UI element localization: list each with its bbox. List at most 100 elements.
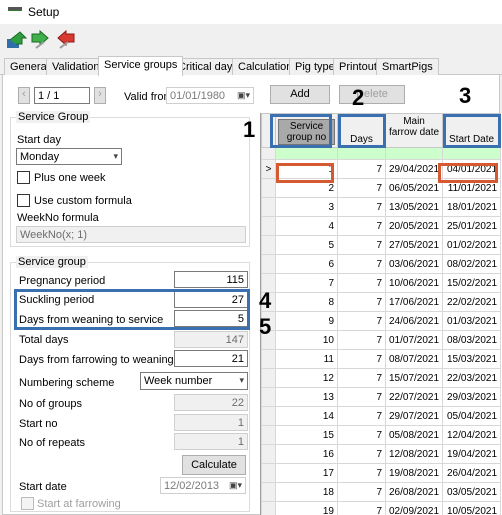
custom-formula-checkbox[interactable] — [17, 194, 30, 207]
table-row[interactable]: 11 7 08/07/2021 15/03/2021 — [261, 349, 502, 369]
no-of-repeats-field[interactable]: 1 — [174, 433, 248, 450]
cell-days[interactable]: 7 — [337, 387, 386, 407]
cell-main-farrow-date[interactable]: 27/05/2021 — [384, 235, 444, 255]
delete-button[interactable]: Delete — [339, 85, 405, 104]
cell-main-farrow-date[interactable]: 10/06/2021 — [384, 273, 444, 293]
cell-days[interactable]: 7 — [337, 444, 386, 464]
row-selector[interactable] — [261, 197, 276, 217]
cell-service-group-no[interactable]: 3 — [275, 197, 338, 217]
row-selector[interactable] — [261, 482, 276, 502]
cell-days[interactable]: 7 — [337, 368, 386, 388]
table-row[interactable]: 6 7 03/06/2021 08/02/2021 — [261, 254, 502, 274]
cell-days[interactable]: 7 — [337, 235, 386, 255]
next-record-button[interactable]: › — [94, 87, 106, 104]
filter-row[interactable] — [261, 147, 502, 160]
table-row[interactable]: 10 7 01/07/2021 08/03/2021 — [261, 330, 502, 350]
cell-service-group-no[interactable]: 7 — [275, 273, 338, 293]
cell-start-date[interactable]: 10/05/2021 — [442, 501, 502, 515]
row-selector[interactable] — [261, 349, 276, 369]
cell-main-farrow-date[interactable]: 05/08/2021 — [384, 425, 444, 445]
cell-start-date[interactable]: 22/02/2021 — [442, 292, 502, 312]
start-no-field[interactable]: 1 — [174, 414, 248, 431]
save-icon[interactable] — [6, 30, 28, 50]
prev-record-button[interactable]: ‹ — [18, 87, 30, 104]
add-button[interactable]: Add — [270, 85, 330, 104]
row-selector[interactable] — [261, 406, 276, 426]
col-header-main-farrow-date[interactable]: Main farrow date — [384, 113, 444, 148]
start-at-farrowing-checkbox[interactable] — [21, 497, 34, 510]
row-selector[interactable] — [261, 235, 276, 255]
cell-days[interactable]: 7 — [337, 159, 386, 179]
cell-start-date[interactable]: 05/04/2021 — [442, 406, 502, 426]
cell-service-group-no[interactable]: 18 — [275, 482, 338, 502]
cell-days[interactable]: 7 — [337, 482, 386, 502]
table-row[interactable]: 8 7 17/06/2021 22/02/2021 — [261, 292, 502, 312]
cell-days[interactable]: 7 — [337, 463, 386, 483]
cell-start-date[interactable]: 08/03/2021 — [442, 330, 502, 350]
numbering-scheme-select[interactable]: Week number ▾ — [140, 372, 248, 390]
cell-days[interactable]: 7 — [337, 406, 386, 426]
cell-service-group-no[interactable]: 12 — [275, 368, 338, 388]
cell-start-date[interactable]: 22/03/2021 — [442, 368, 502, 388]
cell-main-farrow-date[interactable]: 29/07/2021 — [384, 406, 444, 426]
cell-main-farrow-date[interactable]: 03/06/2021 — [384, 254, 444, 274]
row-selector[interactable] — [261, 444, 276, 464]
cell-days[interactable]: 7 — [337, 292, 386, 312]
cell-service-group-no[interactable]: 11 — [275, 349, 338, 369]
cancel-icon[interactable] — [54, 30, 76, 50]
forward-icon[interactable] — [30, 30, 52, 50]
valid-from-date[interactable]: 01/01/1980 ▣▾ — [166, 87, 254, 104]
cell-start-date[interactable]: 25/01/2021 — [442, 216, 502, 236]
cell-service-group-no[interactable]: 6 — [275, 254, 338, 274]
table-row[interactable]: 5 7 27/05/2021 01/02/2021 — [261, 235, 502, 255]
farrowing-to-weaning-field[interactable]: 21 — [174, 350, 248, 367]
cell-main-farrow-date[interactable]: 24/06/2021 — [384, 311, 444, 331]
start-date-picker[interactable]: 12/02/2013 ▣▾ — [160, 477, 246, 494]
start-day-select[interactable]: Monday ▾ — [16, 148, 122, 165]
cell-start-date[interactable]: 01/02/2021 — [442, 235, 502, 255]
table-row[interactable]: 14 7 29/07/2021 05/04/2021 — [261, 406, 502, 426]
no-of-groups-field[interactable]: 22 — [174, 394, 248, 411]
table-row[interactable]: 7 7 10/06/2021 15/02/2021 — [261, 273, 502, 293]
cell-service-group-no[interactable]: 16 — [275, 444, 338, 464]
row-selector[interactable] — [261, 501, 276, 515]
row-selector[interactable] — [261, 254, 276, 274]
cell-service-group-no[interactable]: 8 — [275, 292, 338, 312]
table-row[interactable]: 19 7 02/09/2021 10/05/2021 — [261, 501, 502, 515]
table-row[interactable]: 3 7 13/05/2021 18/01/2021 — [261, 197, 502, 217]
tab-smartpigs[interactable]: SmartPigs — [376, 58, 439, 75]
row-selector[interactable] — [261, 178, 276, 198]
cell-main-farrow-date[interactable]: 19/08/2021 — [384, 463, 444, 483]
row-selector[interactable] — [261, 425, 276, 445]
cell-service-group-no[interactable]: 10 — [275, 330, 338, 350]
cell-main-farrow-date[interactable]: 02/09/2021 — [384, 501, 444, 515]
weekno-formula-field[interactable]: WeekNo(x; 1) — [16, 226, 246, 243]
cell-days[interactable]: 7 — [337, 216, 386, 236]
cell-service-group-no[interactable]: 9 — [275, 311, 338, 331]
pregnancy-period-field[interactable]: 115 — [174, 271, 248, 288]
table-row[interactable]: 16 7 12/08/2021 19/04/2021 — [261, 444, 502, 464]
cell-service-group-no[interactable]: 19 — [275, 501, 338, 515]
cell-main-farrow-date[interactable]: 13/05/2021 — [384, 197, 444, 217]
cell-days[interactable]: 7 — [337, 501, 386, 515]
table-row[interactable]: 18 7 26/08/2021 03/05/2021 — [261, 482, 502, 502]
cell-start-date[interactable]: 08/02/2021 — [442, 254, 502, 274]
cell-start-date[interactable]: 29/03/2021 — [442, 387, 502, 407]
cell-service-group-no[interactable]: 15 — [275, 425, 338, 445]
table-row[interactable]: 15 7 05/08/2021 12/04/2021 — [261, 425, 502, 445]
cell-main-farrow-date[interactable]: 08/07/2021 — [384, 349, 444, 369]
cell-main-farrow-date[interactable]: 26/08/2021 — [384, 482, 444, 502]
cell-days[interactable]: 7 — [337, 311, 386, 331]
cell-start-date[interactable]: 15/02/2021 — [442, 273, 502, 293]
cell-main-farrow-date[interactable]: 01/07/2021 — [384, 330, 444, 350]
cell-main-farrow-date[interactable]: 06/05/2021 — [384, 178, 444, 198]
calculate-button[interactable]: Calculate — [182, 455, 246, 475]
table-row[interactable]: 9 7 24/06/2021 01/03/2021 — [261, 311, 502, 331]
table-row[interactable]: 17 7 19/08/2021 26/04/2021 — [261, 463, 502, 483]
cell-days[interactable]: 7 — [337, 330, 386, 350]
cell-main-farrow-date[interactable]: 17/06/2021 — [384, 292, 444, 312]
cell-days[interactable]: 7 — [337, 197, 386, 217]
cell-main-farrow-date[interactable]: 29/04/2021 — [384, 159, 444, 179]
cell-start-date[interactable]: 19/04/2021 — [442, 444, 502, 464]
cell-start-date[interactable]: 01/03/2021 — [442, 311, 502, 331]
